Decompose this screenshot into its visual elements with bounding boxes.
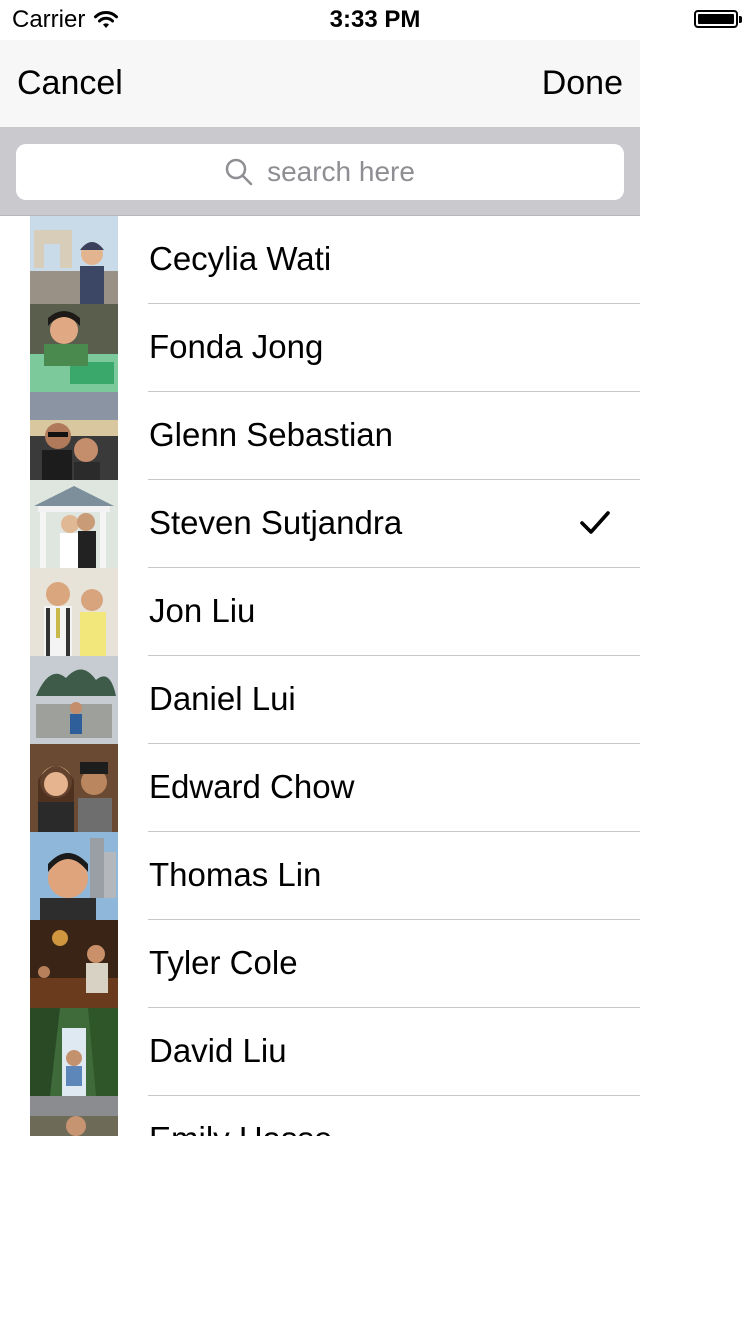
avatar [30,920,118,1008]
avatar [30,1008,118,1096]
contact-row[interactable]: Emily Hasse [0,1096,640,1136]
contact-row[interactable]: Daniel Lui [0,656,640,744]
done-button[interactable]: Done [542,64,623,103]
avatar [30,480,118,568]
checkmark-icon [580,511,610,534]
search-bar: search here [0,128,640,216]
avatar [30,832,118,920]
contact-row[interactable]: Thomas Lin [0,832,640,920]
contact-name: Thomas Lin [149,856,322,893]
contact-row[interactable]: Cecylia Wati [0,216,640,304]
contact-name: Cecylia Wati [149,240,332,277]
contact-name: Daniel Lui [149,680,296,717]
contact-row[interactable]: Tyler Cole [0,920,640,1008]
contact-name: Steven Sutjandra [149,504,403,541]
contact-name: Jon Liu [149,592,256,629]
contact-name: Glenn Sebastian [149,416,394,453]
avatar [30,568,118,656]
contact-name: Fonda Jong [149,328,324,365]
avatar [30,392,118,480]
contact-list: Cecylia Wati Fonda Jong Glenn Sebastian … [0,216,640,1136]
cancel-button[interactable]: Cancel [17,64,123,103]
contact-name: David Liu [149,1032,287,1069]
status-bar: Carrier 3:33 PM [0,0,750,40]
search-input[interactable]: search here [16,144,624,200]
contact-name: Edward Chow [149,768,355,805]
avatar [30,744,118,832]
search-icon [225,158,253,186]
contact-row[interactable]: Steven Sutjandra [0,480,640,568]
contact-row[interactable]: Jon Liu [0,568,640,656]
avatar [30,656,118,744]
status-time: 3:33 PM [329,6,421,33]
avatar [30,304,118,392]
contact-row[interactable]: David Liu [0,1008,640,1096]
navigation-bar: Cancel Done [0,40,640,128]
contact-row[interactable]: Fonda Jong [0,304,640,392]
avatar [30,1096,118,1136]
contact-row[interactable]: Glenn Sebastian [0,392,640,480]
contact-name: Emily Hasse [149,1120,332,1136]
avatar [30,216,118,304]
battery-icon [694,10,742,28]
search-placeholder: search here [267,156,415,187]
contact-name: Tyler Cole [149,944,298,981]
contact-row[interactable]: Edward Chow [0,744,640,832]
